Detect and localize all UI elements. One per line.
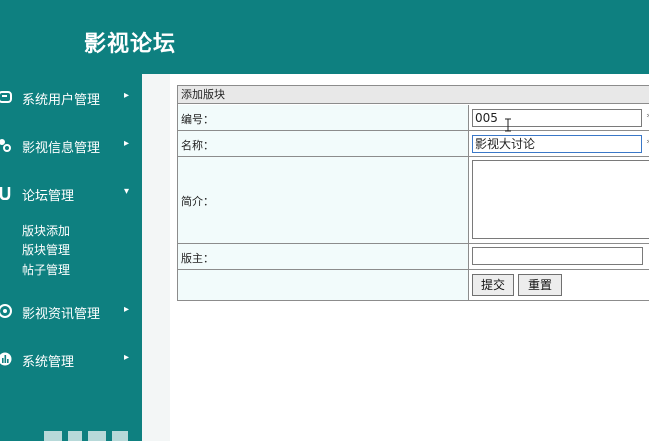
section-intro-textarea[interactable] — [472, 160, 649, 239]
sidebar-item-movie-news[interactable]: 影视资讯管理 ▸ — [0, 300, 142, 324]
sidebar-subitem-manage-posts[interactable]: 帖子管理 — [22, 261, 70, 278]
text-cursor-icon — [505, 118, 511, 132]
sidebar-item-forum[interactable]: 论坛管理 ▾ — [0, 182, 142, 206]
submit-button[interactable]: 提交 — [472, 274, 514, 296]
form-row-intro: 简介： — [178, 157, 649, 244]
chevron-right-icon: ▸ — [124, 90, 130, 101]
chevron-right-icon: ▸ — [124, 352, 130, 363]
field-label: 编号： — [178, 105, 469, 130]
form-row-moderator: 版主： — [178, 244, 649, 270]
field-value-cell — [469, 157, 649, 243]
moderator-input[interactable] — [472, 247, 643, 265]
field-value-cell: 影视大讨论 * — [469, 131, 649, 156]
reset-button[interactable]: 重置 — [518, 274, 562, 296]
content-gutter — [142, 74, 170, 441]
field-value-cell: 005 * — [469, 105, 649, 130]
people-gear-icon — [0, 139, 11, 152]
field-label — [178, 270, 469, 300]
bar-chart-icon — [0, 352, 12, 366]
sidebar-item-label: 系统管理 — [22, 355, 75, 370]
field-label: 版主： — [178, 244, 469, 269]
footer-logo — [44, 431, 128, 441]
field-label: 名称： — [178, 131, 469, 156]
form-row-actions: 提交 重置 — [178, 270, 649, 300]
field-label: 简介： — [178, 157, 469, 243]
sidebar-item-movie-info[interactable]: 影视信息管理 ▸ — [0, 134, 142, 158]
magnet-icon — [0, 187, 11, 200]
user-card-icon — [0, 91, 12, 103]
section-name-input[interactable]: 影视大讨论 — [472, 135, 642, 153]
add-section-form: 添加版块 编号： 005 * 名称： 影视大讨论 * 简介： 版主： 提交 重置 — [177, 85, 649, 301]
sidebar-item-label: 论坛管理 — [22, 189, 75, 204]
sidebar-item-label: 系统用户管理 — [22, 93, 101, 108]
section-id-input[interactable]: 005 — [472, 109, 642, 127]
target-icon — [0, 304, 12, 318]
app-title: 影视论坛 — [84, 32, 177, 57]
form-row-name: 名称： 影视大讨论 * — [178, 131, 649, 157]
sidebar-item-system[interactable]: 系统管理 ▸ — [0, 348, 142, 372]
field-value-cell: 提交 重置 — [469, 270, 649, 300]
field-value-cell — [469, 244, 649, 269]
sidebar-subitem-add-section[interactable]: 版块添加 — [22, 222, 70, 239]
sidebar-subitem-manage-sections[interactable]: 版块管理 — [22, 241, 70, 258]
sidebar: 系统用户管理 ▸ 影视信息管理 ▸ 论坛管理 ▾ 版块添加 版块管理 帖子管理 … — [0, 74, 142, 441]
sidebar-item-system-users[interactable]: 系统用户管理 ▸ — [0, 86, 142, 110]
form-row-id: 编号： 005 * — [178, 105, 649, 131]
sidebar-item-label: 影视信息管理 — [22, 141, 101, 156]
app-header: 影视论坛 — [0, 0, 649, 74]
form-title: 添加版块 — [178, 86, 649, 104]
chevron-right-icon: ▸ — [124, 304, 130, 315]
sidebar-item-label: 影视资讯管理 — [22, 307, 101, 322]
chevron-right-icon: ▸ — [124, 138, 130, 149]
chevron-down-icon: ▾ — [124, 186, 130, 197]
